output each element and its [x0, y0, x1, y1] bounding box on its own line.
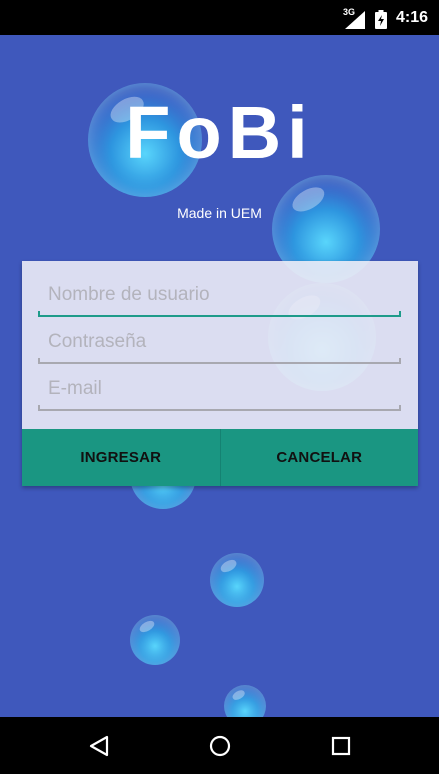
clock: 4:16: [396, 9, 429, 26]
cancel-button[interactable]: CANCELAR: [219, 429, 418, 486]
email-input[interactable]: [38, 371, 401, 407]
signal-icon: [345, 11, 365, 29]
app-subtitle: Made in UEM: [177, 205, 262, 221]
email-underline: [38, 405, 401, 411]
bubble-decoration: [224, 685, 266, 717]
bubble-decoration: [130, 615, 180, 665]
login-screen: FoBi Made in UEM INGRESAR CANCELAR: [0, 35, 439, 717]
password-input[interactable]: [38, 324, 401, 360]
login-button[interactable]: INGRESAR: [22, 429, 220, 486]
username-underline: [38, 311, 401, 317]
bubble-decoration: [210, 553, 264, 607]
back-icon[interactable]: [87, 734, 111, 758]
login-form: INGRESAR CANCELAR: [22, 261, 418, 486]
username-field: [38, 277, 401, 321]
navigation-bar: [0, 717, 439, 774]
home-icon[interactable]: [208, 734, 232, 758]
status-bar: 3G 4:16: [0, 0, 439, 35]
username-input[interactable]: [38, 277, 401, 313]
email-field: [38, 371, 401, 415]
password-underline: [38, 358, 401, 364]
password-field: [38, 324, 401, 368]
button-row: INGRESAR CANCELAR: [22, 429, 418, 486]
battery-icon: [375, 10, 387, 29]
recents-icon[interactable]: [329, 734, 353, 758]
app-logo: FoBi: [125, 91, 314, 174]
